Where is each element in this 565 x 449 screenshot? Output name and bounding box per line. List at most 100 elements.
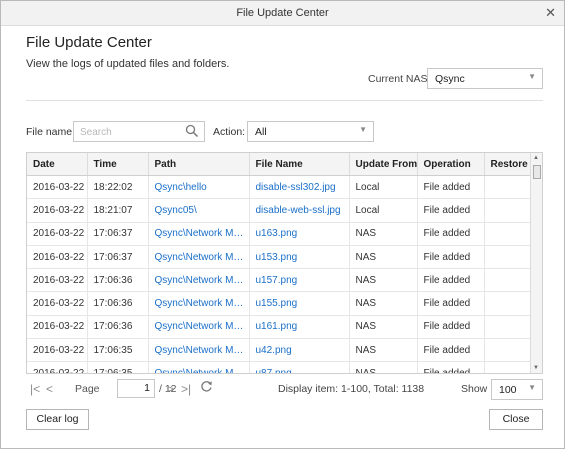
cell-path-link[interactable]: Qsync\Network Mana... <box>148 291 250 316</box>
cell-path-link[interactable]: Qsync05\ <box>148 198 250 223</box>
table-header-row: Date Time Path File Name Update From Ope… <box>27 153 533 176</box>
show-label: Show <box>461 383 488 395</box>
scrollbar-thumb[interactable] <box>533 165 541 179</box>
table-row[interactable]: 2016-03-22 17:06:37 Qsync\Network Mana..… <box>27 245 533 270</box>
cell-restore <box>484 198 533 223</box>
cell-restore <box>484 361 533 373</box>
cell-operation: File added <box>417 198 485 223</box>
chevron-down-icon: ▼ <box>528 72 536 81</box>
cell-operation: File added <box>417 175 485 200</box>
table-row[interactable]: 2016-03-22 18:21:07 Qsync05\ disable-web… <box>27 198 533 223</box>
column-header-restore[interactable]: Restore <box>484 153 533 176</box>
cell-update-from: NAS <box>349 222 418 246</box>
column-header-file-name[interactable]: File Name <box>249 153 350 176</box>
cell-restore <box>484 245 533 270</box>
column-header-date[interactable]: Date <box>27 153 88 176</box>
page-subtitle: View the logs of updated files and folde… <box>26 58 230 70</box>
cell-operation: File added <box>417 268 485 293</box>
cell-date: 2016-03-22 <box>27 291 88 316</box>
cell-path-link[interactable]: Qsync\Network Mana... <box>148 315 250 340</box>
cell-operation: File added <box>417 291 485 316</box>
cell-path-link[interactable]: Qsync\Network Mana... <box>148 245 250 270</box>
cell-path-link[interactable]: Qsync\Network Mana... <box>148 361 250 373</box>
cell-date: 2016-03-22 <box>27 315 88 340</box>
column-header-path[interactable]: Path <box>148 153 250 176</box>
page-size-select[interactable]: 100 ▼ <box>491 379 543 400</box>
cell-operation: File added <box>417 222 485 246</box>
clear-log-button[interactable]: Clear log <box>26 409 89 430</box>
cell-date: 2016-03-22 <box>27 245 88 270</box>
cell-restore <box>484 338 533 363</box>
column-header-time[interactable]: Time <box>87 153 149 176</box>
action-select[interactable]: All ▼ <box>247 121 374 142</box>
vertical-scrollbar[interactable]: ▲ ▼ <box>530 153 542 373</box>
table-row[interactable]: 2016-03-22 17:06:36 Qsync\Network Mana..… <box>27 291 533 316</box>
cell-file-name-link[interactable]: u153.png <box>249 245 350 270</box>
cell-operation: File added <box>417 245 485 270</box>
table-row[interactable]: 2016-03-22 18:22:02 Qsync\hello disable-… <box>27 175 533 200</box>
cell-time: 17:06:36 <box>87 315 149 340</box>
close-icon[interactable]: ✕ <box>545 5 556 21</box>
action-label: Action: <box>213 126 246 138</box>
cell-file-name-link[interactable]: u87.png <box>249 361 350 373</box>
cell-file-name-link[interactable]: u161.png <box>249 315 350 340</box>
cell-update-from: NAS <box>349 268 418 293</box>
cell-update-from: NAS <box>349 315 418 340</box>
scroll-up-icon[interactable]: ▲ <box>533 155 539 161</box>
table-row[interactable]: 2016-03-22 17:06:35 Qsync\Network Mana..… <box>27 338 533 363</box>
search-icon[interactable] <box>185 124 199 141</box>
page-number-input[interactable]: 1 <box>117 379 155 398</box>
cell-path-link[interactable]: Qsync\hello <box>148 175 250 200</box>
cell-file-name-link[interactable]: u155.png <box>249 291 350 316</box>
table-row[interactable]: 2016-03-22 17:06:37 Qsync\Network Mana..… <box>27 222 533 246</box>
cell-update-from: NAS <box>349 291 418 316</box>
prev-page-icon[interactable]: < <box>46 382 53 396</box>
cell-update-from: Local <box>349 175 418 200</box>
cell-operation: File added <box>417 338 485 363</box>
scroll-down-icon[interactable]: ▼ <box>533 365 539 371</box>
action-value: All <box>255 126 267 138</box>
cell-time: 18:21:07 <box>87 198 149 223</box>
file-update-center-window: File Update Center ✕ File Update Center … <box>0 0 565 449</box>
refresh-icon[interactable] <box>200 380 213 396</box>
column-header-update-from[interactable]: Update From <box>349 153 418 176</box>
cell-time: 17:06:36 <box>87 268 149 293</box>
next-page-icon[interactable]: > <box>167 382 174 396</box>
cell-date: 2016-03-22 <box>27 222 88 246</box>
last-page-icon[interactable]: >| <box>181 382 191 396</box>
cell-path-link[interactable]: Qsync\Network Mana... <box>148 222 250 246</box>
display-info: Display item: 1-100, Total: 1138 <box>278 383 425 395</box>
cell-date: 2016-03-22 <box>27 361 88 373</box>
cell-file-name-link[interactable]: u163.png <box>249 222 350 246</box>
table-row[interactable]: 2016-03-22 17:06:36 Qsync\Network Mana..… <box>27 268 533 293</box>
close-button[interactable]: Close <box>489 409 543 430</box>
page-label: Page <box>75 383 100 395</box>
chevron-down-icon: ▼ <box>528 383 536 392</box>
cell-restore <box>484 222 533 246</box>
cell-path-link[interactable]: Qsync\Network Mana... <box>148 268 250 293</box>
cell-date: 2016-03-22 <box>27 268 88 293</box>
cell-time: 17:06:35 <box>87 361 149 373</box>
log-table: Date Time Path File Name Update From Ope… <box>26 152 543 374</box>
search-input[interactable] <box>78 124 182 141</box>
title-bar: File Update Center ✕ <box>1 1 564 26</box>
cell-date: 2016-03-22 <box>27 338 88 363</box>
table-row[interactable]: 2016-03-22 17:06:36 Qsync\Network Mana..… <box>27 315 533 340</box>
current-nas-label: Current NAS <box>368 73 428 85</box>
search-box[interactable] <box>73 121 205 142</box>
cell-file-name-link[interactable]: disable-ssl302.jpg <box>249 175 350 200</box>
cell-operation: File added <box>417 361 485 373</box>
cell-update-from: NAS <box>349 361 418 373</box>
current-nas-select[interactable]: Qsync ▼ <box>427 68 543 89</box>
divider <box>26 100 543 101</box>
first-page-icon[interactable]: |< <box>30 382 40 396</box>
column-header-operation[interactable]: Operation <box>417 153 485 176</box>
cell-file-name-link[interactable]: u42.png <box>249 338 350 363</box>
cell-time: 17:06:36 <box>87 291 149 316</box>
cell-file-name-link[interactable]: u157.png <box>249 268 350 293</box>
cell-file-name-link[interactable]: disable-web-ssl.jpg <box>249 198 350 223</box>
table-row[interactable]: 2016-03-22 17:06:35 Qsync\Network Mana..… <box>27 361 533 373</box>
cell-time: 18:22:02 <box>87 175 149 200</box>
cell-update-from: NAS <box>349 245 418 270</box>
cell-path-link[interactable]: Qsync\Network Mana... <box>148 338 250 363</box>
